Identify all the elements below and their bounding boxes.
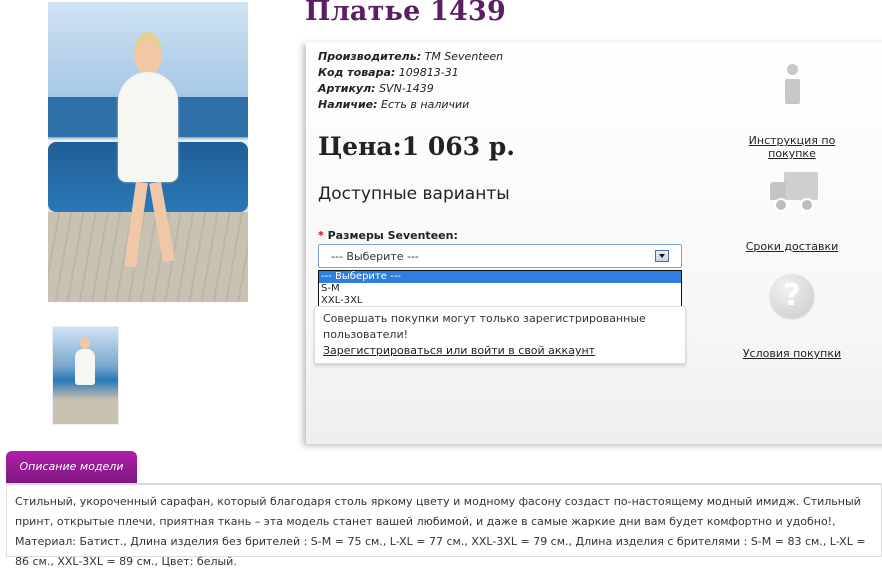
- photo-model-head: [134, 32, 162, 76]
- terms-item: Условия покупки: [740, 347, 844, 360]
- product-meta: Производитель: TM Seventeen Код товара: …: [318, 49, 503, 113]
- code-label: Код товара:: [318, 66, 396, 79]
- login-note: Совершать покупки могут только зарегистр…: [314, 306, 686, 364]
- login-note-text: Совершать покупки могут только зарегистр…: [323, 312, 646, 341]
- photo-model-dress: [118, 72, 178, 182]
- code-value: 109813-31: [398, 66, 459, 79]
- article-row: Артикул: SVN-1439: [318, 81, 503, 97]
- size-select[interactable]: --- Выберите ---: [318, 244, 682, 268]
- truck-icon-wheel: [800, 198, 814, 212]
- info-icon-bar: [785, 79, 800, 104]
- product-main-photo[interactable]: [48, 2, 248, 302]
- chevron-down-icon[interactable]: [655, 250, 669, 262]
- size-label: * Размеры Seventeen:: [318, 229, 458, 242]
- product-thumbnail[interactable]: [52, 326, 119, 425]
- article-label: Артикул:: [318, 82, 376, 95]
- variants-title: Доступные варианты: [318, 184, 510, 204]
- tab-description[interactable]: Описание модели: [6, 451, 137, 483]
- manufacturer-value: TM Seventeen: [424, 50, 504, 63]
- manufacturer-row: Производитель: TM Seventeen: [318, 49, 503, 65]
- code-row: Код товара: 109813-31: [318, 65, 503, 81]
- size-option[interactable]: S-M: [319, 283, 681, 295]
- description-text: Стильный, укороченный сарафан, который б…: [6, 483, 882, 568]
- delivery-item: Сроки доставки: [742, 240, 842, 253]
- question-icon[interactable]: ?: [770, 274, 814, 318]
- thumb-model-dress: [75, 349, 95, 385]
- size-select-value: --- Выберите ---: [331, 250, 419, 263]
- thumb-model-head: [80, 337, 90, 349]
- product-title: Платье 1439: [305, 0, 507, 27]
- size-label-text: Размеры Seventeen:: [327, 229, 458, 242]
- availability-row: Наличие: Есть в наличии: [318, 97, 503, 113]
- terms-link[interactable]: Условия покупки: [743, 347, 841, 360]
- instructions-item: Инструкция по покупке: [729, 134, 855, 160]
- required-mark: *: [318, 229, 324, 242]
- login-register-link[interactable]: Зарегистрироваться или войти в свой акка…: [323, 344, 595, 357]
- size-option[interactable]: --- Выберите ---: [319, 271, 681, 283]
- delivery-link[interactable]: Сроки доставки: [746, 240, 839, 253]
- photo-deck: [48, 212, 248, 302]
- size-dropdown-list[interactable]: --- Выберите --- S-M XXL-3XL: [318, 270, 682, 308]
- availability-label: Наличие:: [318, 98, 378, 111]
- manufacturer-label: Производитель:: [318, 50, 422, 63]
- truck-icon-wheel: [774, 198, 788, 212]
- instructions-link[interactable]: Инструкция по покупке: [749, 134, 836, 160]
- product-price: Цена:1 063 р.: [318, 132, 515, 161]
- truck-icon-body: [784, 172, 818, 200]
- info-icon-dot: [787, 64, 798, 75]
- truck-icon[interactable]: [770, 172, 818, 212]
- info-icon[interactable]: [782, 64, 802, 104]
- article-value: SVN-1439: [379, 82, 434, 95]
- availability-value: Есть в наличии: [381, 98, 470, 111]
